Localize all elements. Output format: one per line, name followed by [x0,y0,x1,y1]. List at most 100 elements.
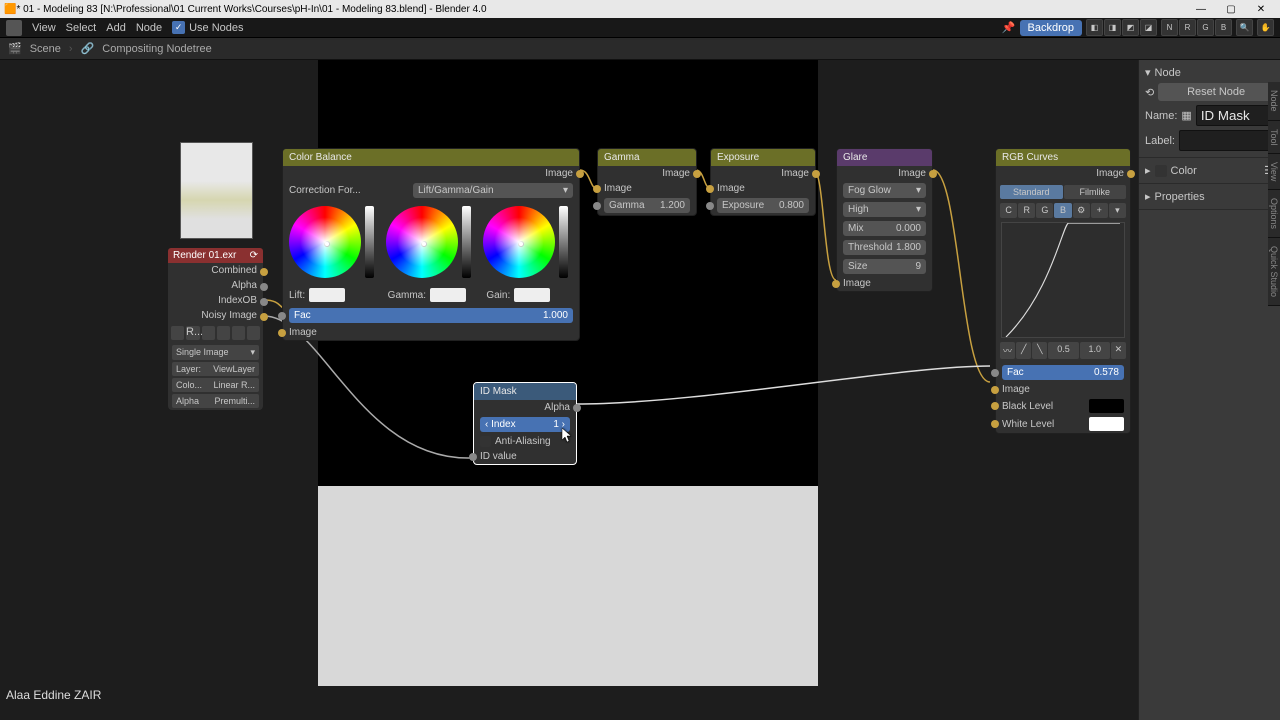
image-name[interactable]: R... [186,326,200,340]
index-field[interactable]: ‹ Index1 › [480,417,570,432]
handle-auto-icon[interactable]: 〰 [1000,342,1015,359]
tab-filmlike[interactable]: Filmlike [1064,185,1127,199]
glare-size-field[interactable]: Size9 [843,259,926,274]
output-alpha: Alpha [544,402,570,413]
gamma-swatch[interactable] [430,288,466,302]
gain-swatch[interactable] [514,288,550,302]
chevron-down-icon[interactable]: ▾ [1145,66,1151,79]
channel-b[interactable]: B [1054,203,1071,218]
label-input[interactable] [1179,130,1280,151]
tool-snap-1[interactable]: ◧ [1086,19,1103,36]
curve-delete-icon[interactable]: ✕ [1111,342,1126,359]
output-image: Image [781,168,809,179]
fac-slider[interactable]: Fac0.578 [1002,365,1124,380]
tab-standard[interactable]: Standard [1000,185,1063,199]
curve-widget[interactable] [1001,222,1125,338]
tool-n[interactable]: N [1161,19,1178,36]
aa-checkbox[interactable] [480,436,491,447]
channel-c[interactable]: C [1000,203,1017,218]
breadcrumb-tree[interactable]: Compositing Nodetree [102,43,211,55]
vtab-options[interactable]: Options [1268,190,1280,238]
tool-r[interactable]: R [1179,19,1196,36]
channel-g[interactable]: G [1036,203,1053,218]
tool-snap-3[interactable]: ◩ [1122,19,1139,36]
fake-user-icon[interactable] [217,326,230,340]
lift-color-wheel[interactable] [289,206,361,278]
unlink-icon[interactable] [247,326,260,340]
glare-node[interactable]: Glare Image Fog Glow▾ High▾ Mix0.000 Thr… [836,148,933,292]
curve-minus-icon[interactable]: ▾ [1109,203,1126,218]
chevron-right-icon[interactable]: ▸ [1145,164,1151,177]
pin-icon[interactable]: 📌 [1002,21,1016,34]
tool-g[interactable]: G [1197,19,1214,36]
curve-y-field[interactable]: 1.0 [1080,342,1110,359]
glare-type-dropdown[interactable]: Fog Glow▾ [843,183,926,198]
menu-select[interactable]: Select [66,22,97,34]
editor-type-icon[interactable] [6,20,22,36]
black-level-swatch[interactable] [1089,399,1124,413]
handle-vec-icon[interactable]: ╱ [1016,342,1031,359]
use-nodes-label: Use Nodes [189,22,243,34]
colorspace-dropdown[interactable]: Colo...Linear R... [172,378,259,392]
curve-tools-icon[interactable]: ⚙ [1073,203,1090,218]
tool-zoom[interactable]: 🔍 [1236,19,1253,36]
menu-add[interactable]: Add [106,22,126,34]
backdrop-toggle[interactable]: Backdrop [1020,20,1082,36]
gamma-node[interactable]: Gamma Image Image Gamma1.200 [597,148,697,216]
open-icon[interactable] [232,326,245,340]
handle-free-icon[interactable]: ╲ [1032,342,1047,359]
tool-b[interactable]: B [1215,19,1232,36]
tool-snap-4[interactable]: ◪ [1140,19,1157,36]
channel-r[interactable]: R [1018,203,1035,218]
fac-slider[interactable]: Fac1.000 [289,308,573,323]
correction-dropdown[interactable]: Lift/Gamma/Gain▾ [413,183,573,198]
editor-menubar: View Select Add Node ✓ Use Nodes 📌 Backd… [0,18,1280,38]
chevron-right-icon[interactable]: ▸ [1145,190,1151,203]
white-level-swatch[interactable] [1089,417,1124,431]
minimize-button[interactable]: — [1186,4,1216,15]
alpha-dropdown[interactable]: AlphaPremulti... [172,394,259,408]
vtab-quick-studio[interactable]: Quick Studio [1268,238,1280,306]
layer-dropdown[interactable]: Layer:ViewLayer [172,362,259,376]
menu-node[interactable]: Node [136,22,162,34]
curve-x-field[interactable]: 0.5 [1048,342,1078,359]
glare-mix-field[interactable]: Mix0.000 [843,221,926,236]
vtab-node[interactable]: Node [1268,82,1280,121]
tool-hand[interactable]: ✋ [1257,19,1274,36]
users-icon[interactable] [202,326,215,340]
curve-plus-icon[interactable]: + [1091,203,1108,218]
tool-snap-2[interactable]: ◨ [1104,19,1121,36]
node-title: RGB Curves [1002,152,1058,163]
exposure-field[interactable]: Exposure0.800 [717,198,809,213]
reset-icon[interactable]: ⟲ [1145,86,1154,99]
lift-value-slider[interactable] [365,206,374,278]
maximize-button[interactable]: ▢ [1216,4,1246,15]
glare-threshold-field[interactable]: Threshold1.800 [843,240,926,255]
render-image-node[interactable]: Render 01.exr ⟳ Combined Alpha IndexOB N… [168,248,263,410]
exposure-node[interactable]: Exposure Image Image Exposure0.800 [710,148,816,216]
gamma-color-wheel[interactable] [386,206,458,278]
gain-value-slider[interactable] [559,206,568,278]
node-editor[interactable]: Render 01.exr ⟳ Combined Alpha IndexOB N… [0,60,1138,720]
gamma-value-slider[interactable] [462,206,471,278]
id-mask-node[interactable]: ID Mask Alpha ‹ Index1 › Anti-Aliasing I… [473,382,577,465]
gain-label: Gain: [486,290,510,301]
color-balance-node[interactable]: Color Balance Image Correction For... Li… [282,148,580,341]
gamma-field[interactable]: Gamma1.200 [604,198,690,213]
glare-quality-dropdown[interactable]: High▾ [843,202,926,217]
reset-node-button[interactable]: Reset Node [1158,83,1274,101]
vtab-tool[interactable]: Tool [1268,121,1280,155]
node-type-icon: ▦ [1181,109,1191,122]
source-dropdown[interactable]: Single Image▾ [172,345,259,360]
gain-color-wheel[interactable] [483,206,555,278]
refresh-icon[interactable]: ⟳ [250,250,258,261]
use-nodes-toggle[interactable]: ✓ Use Nodes [172,21,243,34]
lift-swatch[interactable] [309,288,345,302]
breadcrumb-scene[interactable]: Scene [30,43,61,55]
image-icon[interactable] [171,326,184,340]
vtab-view[interactable]: View [1268,154,1280,190]
color-checkbox[interactable] [1155,165,1167,177]
rgb-curves-node[interactable]: RGB Curves Image Standard Filmlike C R G… [995,148,1131,434]
close-button[interactable]: ✕ [1246,4,1276,15]
menu-view[interactable]: View [32,22,56,34]
